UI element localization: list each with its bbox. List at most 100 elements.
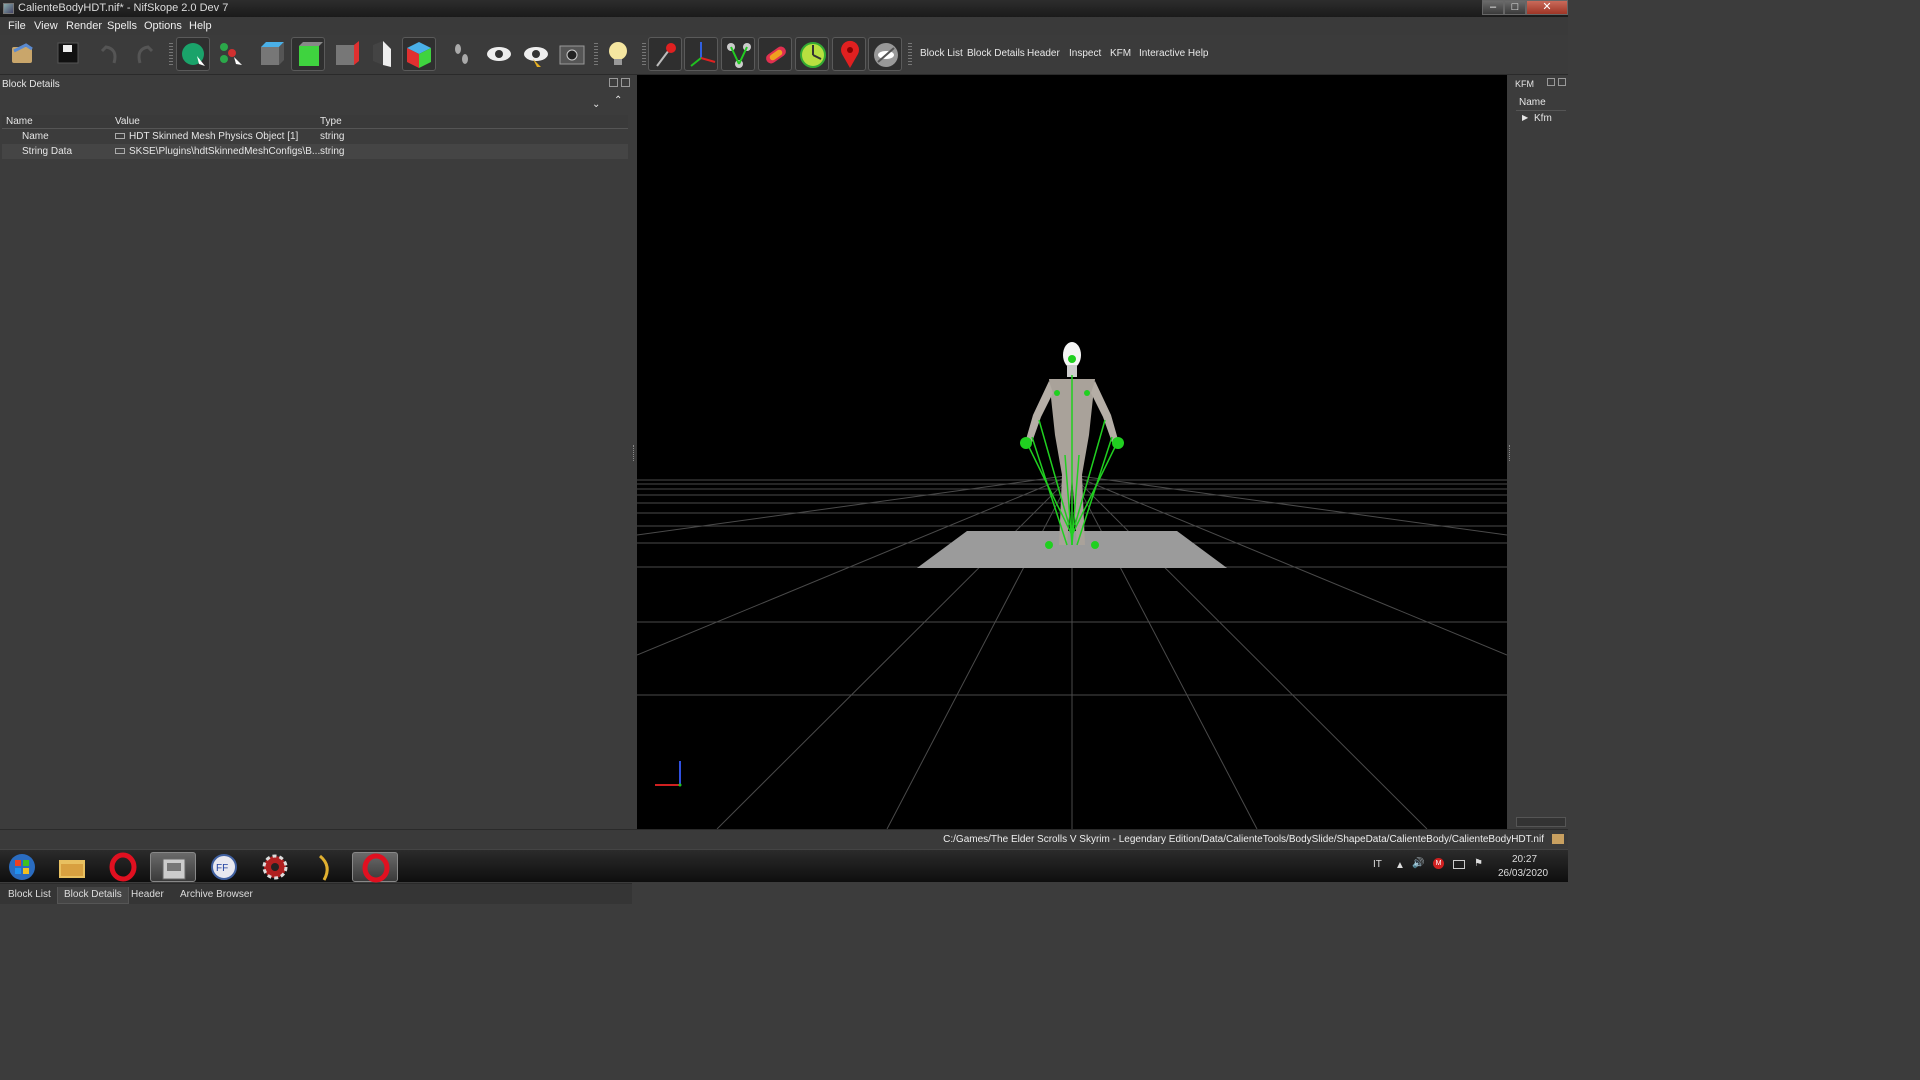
- clock-time[interactable]: 20:27: [1512, 854, 1537, 865]
- table-row[interactable]: String Data SKSE\Plugins\hdtSkinnedMeshC…: [2, 144, 628, 159]
- column-header-name[interactable]: Name: [6, 116, 33, 127]
- show-hidden-icon[interactable]: [482, 37, 516, 71]
- toolbar-interactive-help-button[interactable]: Interactive Help: [1139, 48, 1208, 59]
- row-name: String Data: [22, 146, 73, 157]
- close-button[interactable]: ✕: [1526, 0, 1568, 15]
- string-type-icon: [115, 133, 125, 139]
- lighting-icon[interactable]: [601, 37, 635, 71]
- bodyslide-icon[interactable]: [302, 852, 348, 882]
- show-collision-icon[interactable]: [758, 37, 792, 71]
- tab-block-details[interactable]: Block Details: [57, 887, 129, 904]
- collapse-all-icon[interactable]: ⌄: [592, 99, 600, 110]
- view-side-icon[interactable]: [329, 37, 363, 71]
- nifskope-icon[interactable]: [150, 852, 196, 882]
- toolbar-block-details-button[interactable]: Block Details: [967, 48, 1025, 59]
- minimize-button[interactable]: –: [1482, 0, 1504, 15]
- action-center-flag-icon[interactable]: ⚑: [1474, 858, 1483, 869]
- language-indicator[interactable]: IT: [1373, 859, 1382, 870]
- status-bar: C:/Games/The Elder Scrolls V Skyrim - Le…: [0, 829, 1568, 849]
- character-model[interactable]: [1020, 342, 1124, 549]
- toolbar-separator: [908, 43, 912, 65]
- show-axes-icon[interactable]: [684, 37, 718, 71]
- table-row[interactable]: Name HDT Skinned Mesh Physics Object [1]…: [2, 129, 628, 144]
- folder-icon[interactable]: [1552, 834, 1564, 844]
- horizontal-scrollbar[interactable]: [1516, 817, 1566, 827]
- svg-text:FF: FF: [216, 863, 228, 874]
- show-selected-icon[interactable]: [519, 37, 553, 71]
- menu-render[interactable]: Render: [66, 20, 102, 32]
- float-panel-icon[interactable]: [609, 78, 618, 87]
- volume-icon[interactable]: 🔊: [1412, 858, 1424, 869]
- walk-mode-icon[interactable]: [445, 37, 479, 71]
- toolbar-separator: [642, 43, 646, 65]
- render-viewport[interactable]: [637, 75, 1507, 829]
- tab-block-list[interactable]: Block List: [2, 887, 57, 904]
- row-value[interactable]: HDT Skinned Mesh Physics Object [1]: [129, 131, 298, 142]
- save-icon[interactable]: [52, 37, 86, 71]
- close-panel-icon[interactable]: [1558, 78, 1566, 86]
- menu-options[interactable]: Options: [144, 20, 182, 32]
- toolbar-separator: [169, 43, 173, 65]
- kfm-panel: KFM Name ▶ Kfm: [1512, 75, 1568, 829]
- column-header-value[interactable]: Value: [115, 116, 140, 127]
- row-value[interactable]: SKSE\Plugins\hdtSkinnedMeshConfigs\B...: [129, 146, 320, 157]
- show-constraints-icon[interactable]: [795, 37, 829, 71]
- kfm-tree-item[interactable]: Kfm: [1534, 113, 1552, 124]
- redo-icon[interactable]: [128, 37, 162, 71]
- show-furniture-icon[interactable]: [832, 37, 866, 71]
- opera-red-icon[interactable]: [352, 852, 398, 883]
- select-object-icon[interactable]: [176, 37, 210, 71]
- left-splitter-handle[interactable]: [633, 445, 635, 461]
- menu-file[interactable]: File: [8, 20, 26, 32]
- column-header-type[interactable]: Type: [320, 116, 342, 127]
- menu-bar: File View Render Spells Options Help: [0, 17, 1568, 35]
- string-type-icon: [115, 148, 125, 154]
- load-icon[interactable]: [6, 37, 40, 71]
- kfm-column-header[interactable]: Name: [1516, 97, 1566, 111]
- panel-title: Block Details: [2, 79, 60, 90]
- scene-canvas: [637, 342, 1507, 829]
- view-top-icon[interactable]: [254, 37, 288, 71]
- network-icon[interactable]: [1453, 860, 1465, 869]
- undo-icon[interactable]: [92, 37, 126, 71]
- block-details-panel: Block Details ⌄ ⌃ Name Value Type Name H…: [0, 75, 632, 904]
- show-hidden-eye-icon[interactable]: [868, 37, 902, 71]
- screenshot-icon[interactable]: [555, 37, 589, 71]
- tray-expand-icon[interactable]: ▲: [1395, 860, 1405, 871]
- right-splitter-handle[interactable]: [1509, 445, 1511, 461]
- title-bar: CalienteBodyHDT.nif* - NifSkope 2.0 Dev …: [0, 0, 1568, 17]
- toolbar-kfm-button[interactable]: KFM: [1110, 48, 1131, 59]
- ffdec-icon[interactable]: FF: [201, 852, 247, 882]
- orientation-axes-gizmo: [655, 761, 682, 787]
- explorer-icon[interactable]: [49, 852, 95, 882]
- kfm-panel-title: KFM: [1515, 79, 1534, 89]
- menu-help[interactable]: Help: [189, 20, 212, 32]
- view-front-icon[interactable]: [291, 37, 325, 71]
- table-header: Name Value Type: [2, 115, 628, 129]
- toolbar-inspect-button[interactable]: Inspect: [1069, 48, 1101, 59]
- tab-header[interactable]: Header: [125, 887, 170, 904]
- left-dock-tabs: Block List Block Details Header Archive …: [0, 883, 632, 904]
- float-panel-icon[interactable]: [1547, 78, 1555, 86]
- view-user-icon[interactable]: [402, 37, 436, 71]
- show-nodes-icon[interactable]: [721, 37, 755, 71]
- tab-archive-browser[interactable]: Archive Browser: [174, 887, 259, 904]
- menu-view[interactable]: View: [34, 20, 58, 32]
- expand-arrow-icon[interactable]: ▶: [1522, 113, 1528, 122]
- close-panel-icon[interactable]: [621, 78, 630, 87]
- toolbar-header-button[interactable]: Header: [1027, 48, 1060, 59]
- toolbar-separator: [594, 43, 598, 65]
- maximize-button[interactable]: □: [1504, 0, 1526, 15]
- toolbar-block-list-button[interactable]: Block List: [920, 48, 963, 59]
- clock-date[interactable]: 26/03/2020: [1498, 868, 1548, 879]
- select-vertex-icon[interactable]: [214, 37, 248, 71]
- row-name: Name: [22, 131, 49, 142]
- antivirus-icon[interactable]: M: [1433, 858, 1444, 869]
- view-flip-icon[interactable]: [365, 37, 399, 71]
- expand-all-icon[interactable]: ⌃: [614, 95, 622, 106]
- opera-icon[interactable]: [100, 852, 146, 882]
- gear-app-icon[interactable]: [252, 852, 298, 882]
- menu-spells[interactable]: Spells: [107, 20, 137, 32]
- show-markers-icon[interactable]: [648, 37, 682, 71]
- start-orb-icon[interactable]: [0, 852, 44, 882]
